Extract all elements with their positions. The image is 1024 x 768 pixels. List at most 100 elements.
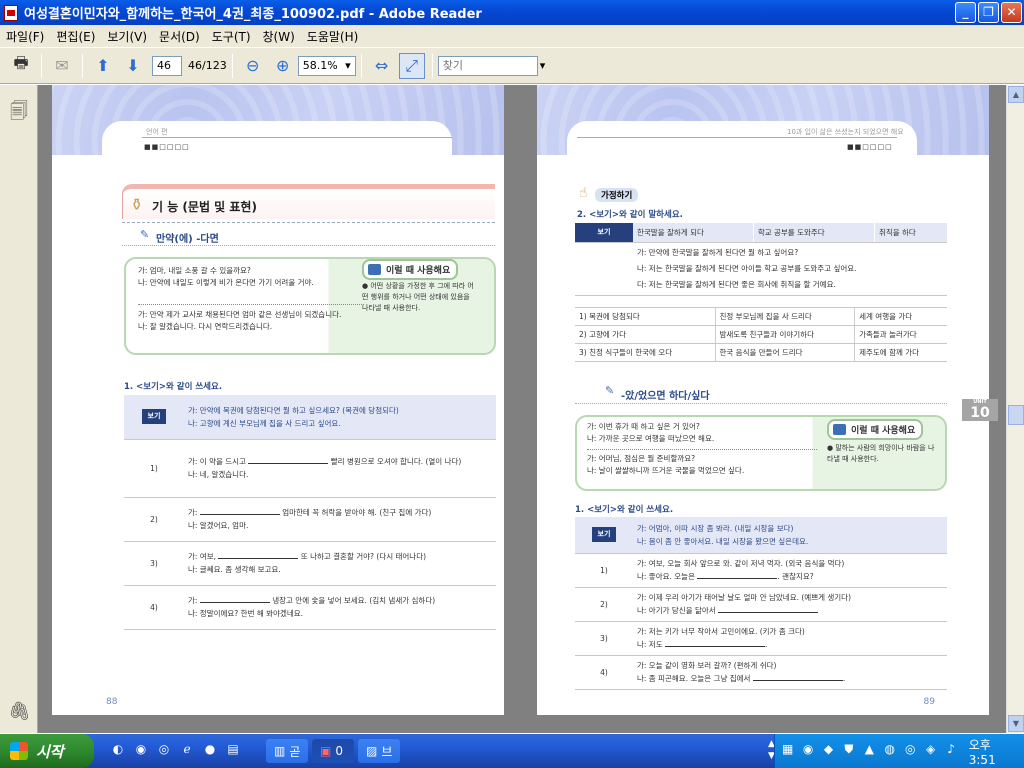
document-viewer[interactable]: 언어 편 ■■□□□□ 기 능 (문법 및 표현) ⚱ ✎ 만약(에) -다면 … xyxy=(38,85,1006,733)
scroll-down-arrow-icon[interactable]: ▼ xyxy=(1008,715,1024,732)
answer-blank[interactable] xyxy=(199,506,280,515)
example-row: 보기 가: 어멈아, 이따 시장 좀 봐라. (내일 시장을 보다) 나: 몸이 … xyxy=(575,517,947,554)
answer-blank[interactable] xyxy=(218,550,299,559)
zoom-value: 58.1% xyxy=(302,58,338,72)
row-line: 나: 글쎄요. 좀 생각해 보고요. xyxy=(188,565,281,574)
navigation-panel: 🗐 🖇 xyxy=(0,85,38,733)
find-dropdown-icon[interactable]: ▾ xyxy=(540,59,546,72)
row-number: 1) xyxy=(575,553,633,588)
find-input[interactable] xyxy=(437,55,538,76)
divider xyxy=(575,403,947,404)
scroll-up-arrow-icon[interactable]: ▲ xyxy=(1008,86,1024,103)
email-icon[interactable]: ✉ xyxy=(49,53,75,79)
quicklaunch-icon[interactable]: ◎ xyxy=(155,742,173,760)
example-line: 나: 저는 한국말을 잘하게 된다면 아이들 학교 공부를 도와주고 싶어요. xyxy=(637,264,857,273)
unit-tab-number: 10 xyxy=(970,405,990,421)
row-line: 냉장고 안에 숯을 넣어 보세요. (김치 냄새가 심하다) xyxy=(272,596,436,605)
menu-document[interactable]: 문서(D) xyxy=(153,28,206,45)
row-line: . 괜찮지요? xyxy=(777,572,814,581)
taskbar: 시작 ◐ ◉ ◎ ℯ ● ▤ ▥ 곧 ▣ 0 ▨ 브 ▲ ▼ ▦ ◉ ◆ ⛊ ▲ ◍ ◎… xyxy=(0,734,1024,768)
menu-file[interactable]: 파일(F) xyxy=(0,28,50,45)
menu-help[interactable]: 도움말(H) xyxy=(301,28,365,45)
answer-blank[interactable] xyxy=(248,455,329,464)
tray-icon[interactable]: ◈ xyxy=(923,742,938,760)
answer-blank[interactable] xyxy=(752,672,843,681)
next-page-icon[interactable]: ⬇ xyxy=(120,53,146,79)
zoom-select[interactable]: 58.1% ▾ xyxy=(297,55,356,76)
row-number: 2) xyxy=(124,497,184,542)
dialogue-2: 가: 만약 제가 교사로 채용된다면 엄마 같은 선생님이 되겠습니다. 나: … xyxy=(138,309,366,333)
example-line: 나: 몸이 좀 안 좋아서요. 내일 시장을 봤으면 싶은데요. xyxy=(637,536,809,546)
row-line: 가: 여보, 오늘 회사 앞으로 와. 같이 저녁 먹자. (외국 음식을 먹다… xyxy=(637,559,845,568)
restore-button[interactable]: ❐ xyxy=(978,2,999,23)
tray-icon[interactable]: ▲ xyxy=(862,742,877,760)
attachments-icon[interactable]: 🖇 xyxy=(8,701,31,723)
task-button[interactable]: ▥ 곧 xyxy=(266,739,308,763)
print-icon[interactable]: 🖶 xyxy=(8,53,34,79)
task-button[interactable]: ▨ 브 xyxy=(358,739,400,763)
task-icon: ▥ xyxy=(274,744,286,758)
exercise-table: 보기 가: 만약에 복권에 당첨된다면 뭘 하고 싶으세요? (복권에 당첨되다… xyxy=(124,395,496,630)
page-number-input[interactable] xyxy=(152,55,182,76)
row-line: 가: 이 약을 드시고 xyxy=(188,457,246,466)
tray-icon[interactable]: ◍ xyxy=(882,742,897,760)
dialogue-line: 나: 날이 쌀쌀하니까 뜨거운 국물을 먹었으면 싶다. xyxy=(587,466,745,475)
menu-tools[interactable]: 도구(T) xyxy=(206,28,257,45)
example-line: 가: 어멈아, 이따 시장 좀 봐라. (내일 시장을 보다) xyxy=(637,523,794,533)
volume-icon[interactable]: ♪ xyxy=(943,742,958,760)
previous-page-icon[interactable]: ⬆ xyxy=(90,53,116,79)
menu-edit[interactable]: 편집(E) xyxy=(50,28,101,45)
table-row: 1) 복권에 당첨되다 친정 부모님께 집을 사 드리다 세계 여행을 가다 xyxy=(575,307,947,326)
menu-bar: 파일(F) 편집(E) 보기(V) 문서(D) 도구(T) 창(W) 도움말(H… xyxy=(0,25,1024,47)
pencil-icon: ✎ xyxy=(605,384,615,397)
row-line: 나: 저도 xyxy=(637,640,663,649)
page-left: 언어 편 ■■□□□□ 기 능 (문법 및 표현) ⚱ ✎ 만약(에) -다면 … xyxy=(52,85,504,715)
row-line: 나: 알겠어요, 엄마. xyxy=(188,521,249,530)
vertical-scrollbar[interactable]: ▲ ▼ xyxy=(1006,85,1024,733)
toolbar-separator xyxy=(231,53,233,78)
quicklaunch-icon[interactable]: ● xyxy=(201,742,219,760)
row-number: 2) xyxy=(575,587,633,622)
fit-width-icon[interactable]: ⇔ xyxy=(369,53,395,79)
menu-view[interactable]: 보기(V) xyxy=(101,28,153,45)
row-number: 4) xyxy=(575,655,633,690)
tray-icon[interactable]: ◆ xyxy=(821,742,836,760)
tray-icon[interactable]: ◎ xyxy=(902,742,917,760)
example-option: 취직을 하다 xyxy=(874,223,947,243)
answer-blank[interactable] xyxy=(199,594,270,603)
ie-icon[interactable]: ℯ xyxy=(178,742,196,760)
table-row: 3) 친정 식구들이 한국에 오다 한국 음식을 만들어 드리다 제주도에 함께 가… xyxy=(575,343,947,362)
fit-page-icon[interactable]: ⤢ xyxy=(398,52,425,79)
scroll-thumb[interactable] xyxy=(1008,405,1024,425)
pages-panel-icon[interactable]: 🗐 xyxy=(8,99,30,122)
zoom-out-icon[interactable]: ⊖ xyxy=(240,53,266,79)
grid-cell: 한국 음식을 만들어 드리다 xyxy=(715,343,856,362)
example-label: 보기 xyxy=(591,225,617,240)
answer-blank[interactable] xyxy=(665,638,766,647)
quicklaunch-icon[interactable]: ◉ xyxy=(132,742,150,760)
quicklaunch-icon[interactable]: ◐ xyxy=(109,742,127,760)
tray-icon[interactable]: ◉ xyxy=(800,742,815,760)
start-button[interactable]: 시작 xyxy=(0,734,94,768)
table-row: 2) 가: 엄마한테 꼭 허락을 받아야 해. (친구 집에 가다) 나: 알겠어… xyxy=(124,497,496,542)
zoom-in-icon[interactable]: ⊕ xyxy=(270,53,296,79)
tray-icon[interactable]: ▦ xyxy=(780,742,795,760)
minimize-button[interactable]: _ xyxy=(955,2,976,23)
close-button[interactable]: ✕ xyxy=(1001,2,1022,23)
quicklaunch-icon[interactable]: ▤ xyxy=(224,742,242,760)
task-label: 브 xyxy=(381,744,393,759)
shield-icon[interactable]: ⛊ xyxy=(841,742,856,760)
pdf-icon: ▣ xyxy=(320,744,332,758)
example-line: 가: 만약에 복권에 당첨된다면 뭘 하고 싶으세요? (복권에 당첨되다) xyxy=(188,405,399,415)
title-bar: 여성결혼이민자와_함께하는_한국어_4권_최종_100902.pdf - Ado… xyxy=(0,0,1024,25)
answer-blank[interactable] xyxy=(718,604,819,613)
example-table: 보기 한국말을 잘하게 되다 학교 공부를 도와주다 취직을 하다 가: 만약에… xyxy=(575,223,947,296)
row-line: 엄마한테 꼭 허락을 받아야 해. (친구 집에 가다) xyxy=(282,508,432,517)
row-line: 나: 좋아요. 오늘은 xyxy=(637,572,695,581)
row-line: 가: xyxy=(188,596,198,605)
task-button-active[interactable]: ▣ 0 xyxy=(312,739,354,763)
answer-blank[interactable] xyxy=(697,570,778,579)
menu-window[interactable]: 창(W) xyxy=(257,28,301,45)
grid-cell: 세계 여행을 가다 xyxy=(854,307,947,326)
example-line: 가: 만약에 한국말을 잘하게 된다면 뭘 하고 싶어요? xyxy=(637,248,799,257)
